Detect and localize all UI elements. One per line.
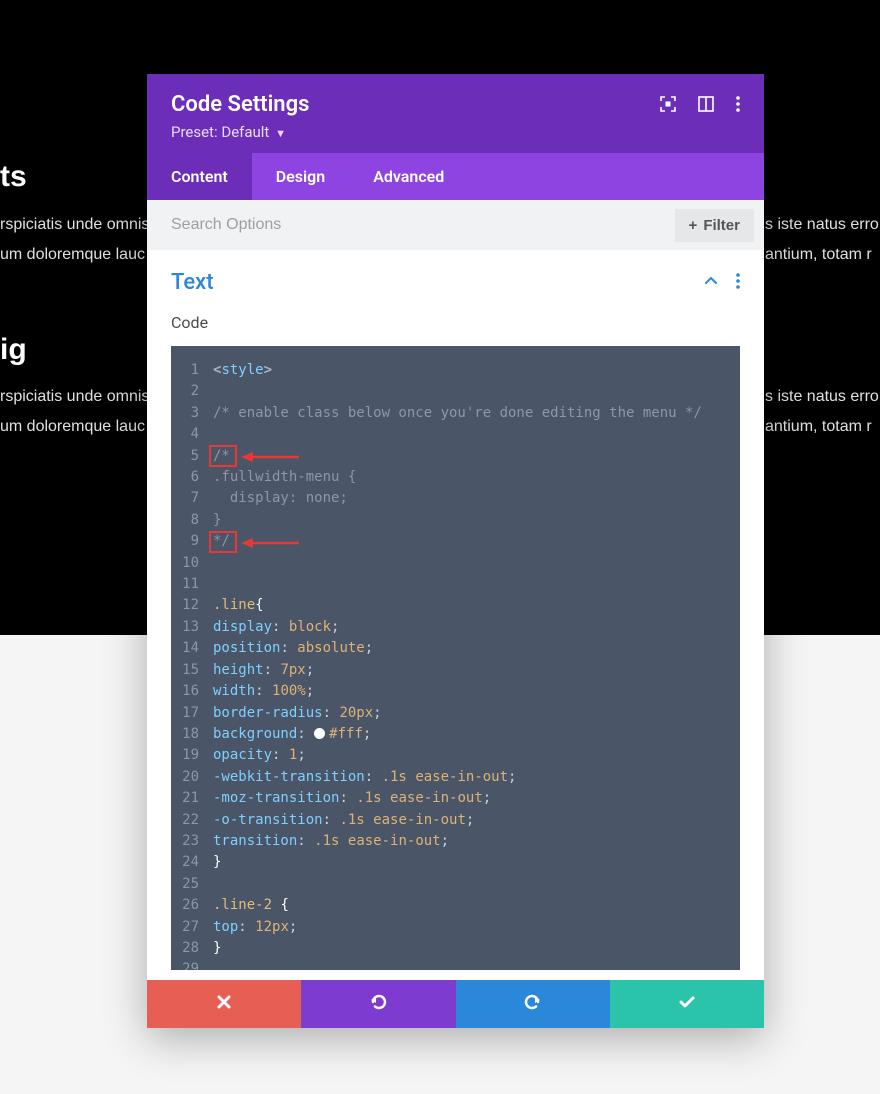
preset-label: Preset:: [171, 123, 218, 141]
bg-text: rspiciatis unde omnis: [0, 210, 149, 240]
modal-title: Code Settings: [171, 92, 309, 117]
section-text: Text Code 123456789101112131415161718192…: [147, 250, 764, 980]
tab-advanced[interactable]: Advanced: [349, 153, 468, 200]
bg-heading-1: ts: [0, 160, 27, 194]
bg-text: antium, totam r: [765, 412, 872, 442]
check-icon: [678, 993, 696, 1016]
bg-text: rspiciatis unde omnis: [0, 382, 149, 412]
bg-text: um doloremque lauc: [0, 412, 145, 442]
caret-down-icon: ▼: [275, 127, 286, 140]
undo-button[interactable]: [301, 980, 455, 1028]
filter-button[interactable]: + Filter: [675, 209, 754, 242]
tab-content[interactable]: Content: [147, 153, 252, 200]
search-input[interactable]: [171, 204, 675, 246]
tabs: Content Design Advanced: [147, 153, 764, 200]
plus-icon: +: [689, 217, 698, 234]
line-gutter: 1234567891011121314151617181920212223242…: [171, 346, 207, 970]
undo-icon: [369, 993, 387, 1016]
close-icon: [216, 994, 232, 1015]
section-more-icon[interactable]: [736, 273, 740, 293]
bg-text: antium, totam r: [765, 240, 872, 270]
section-title: Text: [171, 270, 214, 295]
modal-header: Code Settings Preset: Default ▼: [147, 74, 764, 153]
code-editor[interactable]: 1234567891011121314151617181920212223242…: [171, 346, 740, 970]
code-settings-modal: Code Settings Preset: Default ▼ Content …: [147, 74, 764, 1028]
bg-text: s iste natus erro: [765, 210, 879, 240]
redo-icon: [524, 993, 542, 1016]
preset-selector[interactable]: Preset: Default ▼: [171, 123, 740, 141]
collapse-icon[interactable]: [704, 273, 718, 292]
redo-button[interactable]: [456, 980, 610, 1028]
save-button[interactable]: [610, 980, 764, 1028]
bg-text: um doloremque lauc: [0, 240, 145, 270]
bg-heading-2: ig: [0, 333, 27, 367]
bg-text: s iste natus erro: [765, 382, 879, 412]
cancel-button[interactable]: [147, 980, 301, 1028]
search-row: + Filter: [147, 200, 764, 250]
layout-icon[interactable]: [698, 96, 714, 112]
code-body[interactable]: <style> /* enable class below once you'r…: [207, 346, 712, 970]
more-icon[interactable]: [736, 96, 740, 112]
filter-label: Filter: [703, 217, 740, 234]
field-label-code: Code: [171, 313, 740, 332]
preset-value: Default: [221, 123, 269, 141]
tab-design[interactable]: Design: [252, 153, 349, 200]
focus-icon[interactable]: [660, 96, 676, 112]
footer-actions: [147, 980, 764, 1028]
